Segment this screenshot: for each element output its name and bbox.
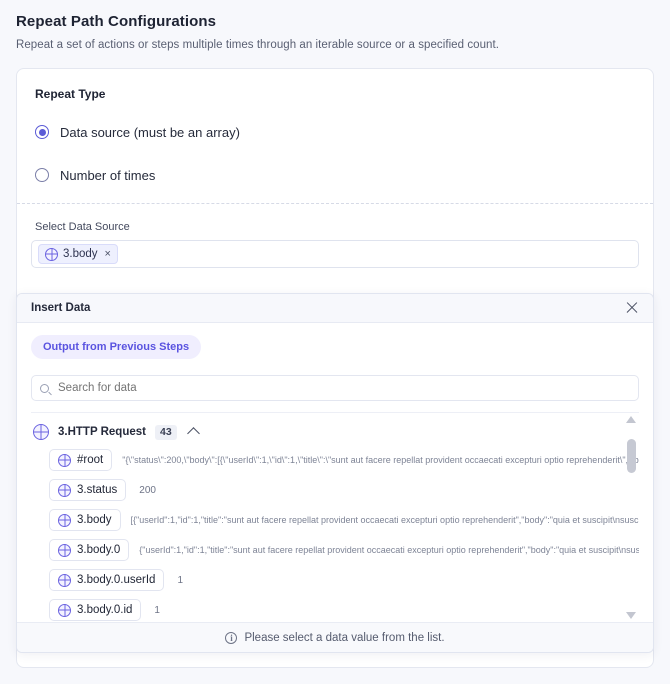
radio-label-number-of-times: Number of times — [60, 167, 156, 183]
globe-icon — [58, 483, 71, 497]
data-tree: 3.HTTP Request 43 #root "{\"status\":200… — [31, 412, 639, 622]
globe-icon — [58, 603, 71, 617]
search-data-field[interactable] — [31, 375, 639, 401]
data-source-chip[interactable]: 3.body × — [38, 244, 118, 264]
page-title: Repeat Path Configurations — [16, 13, 217, 30]
tab-output-from-previous-steps[interactable]: Output from Previous Steps — [31, 335, 202, 359]
insert-data-body: Output from Previous Steps 3.HTTP Reques… — [17, 323, 653, 622]
data-value: {"userId":1,"id":1,"title":"sunt aut fac… — [139, 545, 639, 555]
search-input[interactable] — [56, 381, 630, 395]
list-item[interactable]: 3.body [{"userId":1,"id":1,"title":"sunt… — [31, 505, 639, 535]
search-icon — [40, 383, 49, 393]
scroll-up-arrow-icon[interactable] — [626, 415, 636, 423]
globe-icon — [58, 573, 71, 587]
list-item[interactable]: 3.status 200 — [31, 475, 639, 505]
tree-group-name: 3.HTTP Request — [58, 426, 146, 438]
info-icon: i — [225, 631, 238, 644]
data-tree-list: 3.HTTP Request 43 #root "{\"status\":200… — [31, 413, 639, 622]
scroll-down-arrow-icon[interactable] — [626, 612, 636, 620]
data-value: 1 — [177, 574, 183, 586]
radio-option-data-source[interactable]: Data source (must be an array) — [35, 117, 653, 147]
close-icon[interactable] — [625, 301, 639, 315]
select-data-source-label: Select Data Source — [35, 221, 130, 233]
radio-option-number-of-times[interactable]: Number of times — [35, 160, 653, 190]
chevron-up-icon[interactable] — [186, 427, 200, 440]
footer-message: Please select a data value from the list… — [244, 631, 445, 644]
globe-icon — [58, 513, 71, 527]
globe-icon — [45, 247, 58, 261]
repeat-type-radio-group: Data source (must be an array) Number of… — [17, 101, 653, 190]
chip-remove-icon[interactable]: × — [105, 248, 111, 260]
data-tree-scrollbar[interactable] — [625, 413, 637, 622]
globe-icon — [58, 543, 71, 557]
list-item[interactable]: #root "{\"status\":200,\"body\":[{\"user… — [31, 445, 639, 475]
data-value: 200 — [139, 484, 156, 496]
data-token-label: 3.status — [77, 484, 118, 496]
tree-group-count: 43 — [154, 424, 177, 440]
tree-group-http-request[interactable]: 3.HTTP Request 43 — [31, 419, 639, 445]
insert-data-popover: Insert Data Output from Previous Steps 3… — [16, 293, 654, 653]
insert-data-footer: i Please select a data value from the li… — [17, 622, 653, 652]
list-item[interactable]: 3.body.0 {"userId":1,"id":1,"title":"sun… — [31, 535, 639, 565]
data-token[interactable]: #root — [49, 449, 113, 471]
insert-data-header: Insert Data — [17, 294, 653, 323]
data-value: [{"userId":1,"id":1,"title":"sunt aut fa… — [130, 515, 639, 525]
data-token-label: 3.body.0.userId — [77, 574, 156, 586]
repeat-config-card: Repeat Type Data source (must be an arra… — [16, 68, 654, 668]
data-value: "{\"status\":200,\"body\":[{\"userId\":1… — [122, 455, 639, 465]
radio-label-data-source: Data source (must be an array) — [60, 124, 240, 140]
data-token-label: #root — [77, 454, 104, 466]
data-source-input[interactable]: 3.body × — [31, 240, 639, 268]
data-token[interactable]: 3.body.0 — [49, 539, 130, 561]
repeat-path-configurations-page: Repeat Path Configurations Repeat a set … — [0, 0, 670, 684]
data-token-label: 3.body.0 — [77, 544, 121, 556]
page-subtitle: Repeat a set of actions or steps multipl… — [16, 39, 499, 51]
data-token[interactable]: 3.body.0.userId — [49, 569, 165, 591]
radio-indicator-number-of-times[interactable] — [35, 168, 49, 182]
globe-icon — [33, 424, 49, 440]
data-value: 1 — [154, 604, 160, 616]
scrollbar-thumb[interactable] — [626, 439, 636, 473]
repeat-type-label: Repeat Type — [35, 87, 106, 101]
data-token[interactable]: 3.body.0.id — [49, 599, 142, 621]
data-token-label: 3.body — [77, 514, 112, 526]
insert-data-title: Insert Data — [31, 302, 91, 314]
data-token[interactable]: 3.status — [49, 479, 127, 501]
globe-icon — [58, 453, 71, 467]
radio-indicator-data-source[interactable] — [35, 125, 49, 139]
list-item[interactable]: 3.body.0.userId 1 — [31, 565, 639, 595]
data-token-label: 3.body.0.id — [77, 604, 133, 616]
list-item[interactable]: 3.body.0.id 1 — [31, 595, 639, 622]
data-source-chip-label: 3.body — [63, 248, 98, 260]
data-token[interactable]: 3.body — [49, 509, 121, 531]
